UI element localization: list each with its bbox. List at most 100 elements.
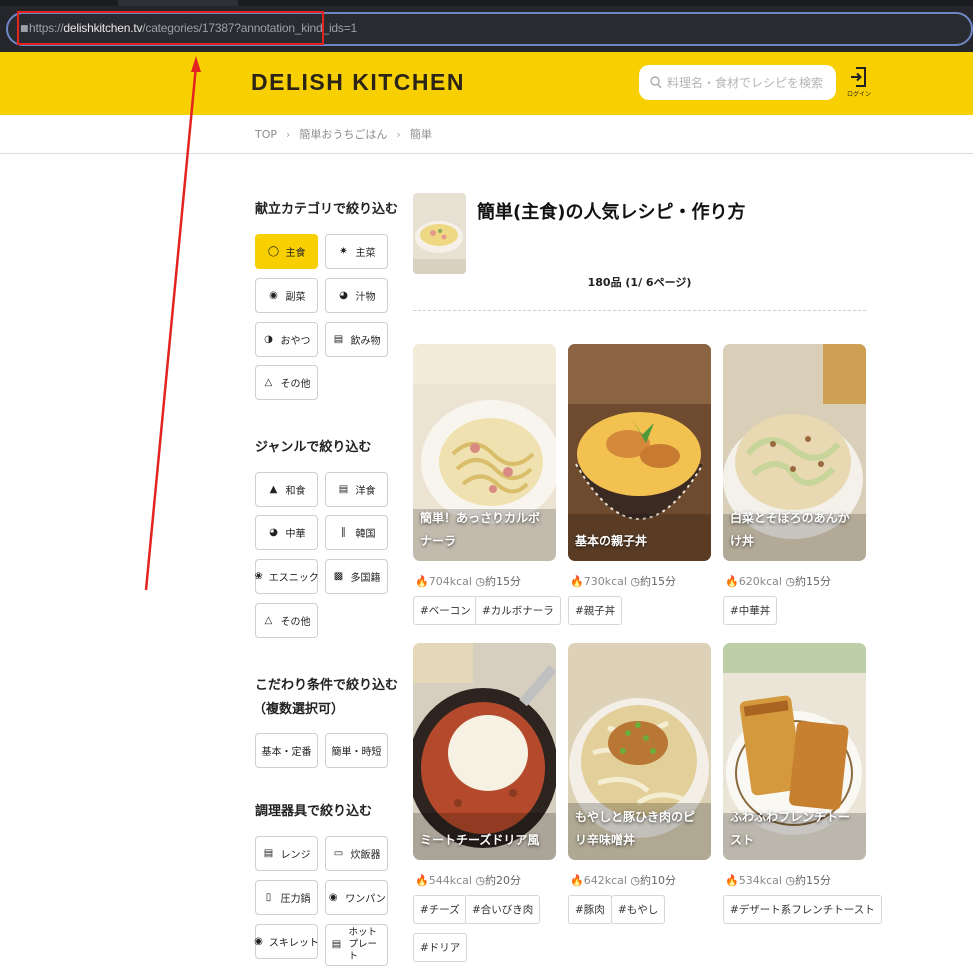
pan-icon: ◉ — [328, 891, 338, 903]
side-dish-icon: ◉ — [269, 289, 278, 301]
filter-genre-multinational[interactable]: ▩ 多国籍 — [325, 559, 388, 594]
recipe-meta: 🔥730kcal ◷約15分 — [570, 573, 676, 589]
recipe-tag[interactable]: #もやし — [611, 895, 666, 924]
breadcrumb-item-current: 簡単 — [409, 128, 432, 141]
filter-label: 洋食 — [355, 486, 376, 497]
filter-genre-korean[interactable]: ∥ 韓国 — [325, 515, 388, 550]
recipe-tag[interactable]: #合いびき肉 — [465, 895, 541, 924]
recipe-time: 約10分 — [640, 874, 677, 887]
search-input[interactable] — [667, 73, 829, 92]
recipe-title[interactable]: 白菜とそぼろのあんかけ丼 — [730, 507, 860, 553]
filter-label: 副菜 — [285, 292, 306, 303]
browser-tab[interactable] — [118, 0, 238, 6]
multinational-icon: ▩ — [333, 570, 344, 582]
ethnic-icon: ❀ — [254, 570, 263, 582]
recipe-image[interactable]: 簡単！あっさりカルボナーラ — [413, 344, 556, 561]
filter-label: 韓国 — [355, 529, 376, 540]
recipe-title[interactable]: 簡単！あっさりカルボナーラ — [420, 507, 550, 553]
filter-label: 飲み物 — [350, 336, 381, 347]
recipe-title[interactable]: ミートチーズドリア風 — [420, 829, 550, 852]
recipe-title[interactable]: ふわふわフレンチトースト — [730, 806, 860, 852]
filter-tool-skillet[interactable]: ◉ スキレット — [254, 924, 319, 959]
recipe-time: 約15分 — [640, 575, 677, 588]
filter-kodawari-quick[interactable]: 簡単・時短 — [325, 733, 388, 768]
recipe-tag[interactable]: #チーズ — [413, 895, 467, 924]
filter-tool-microwave[interactable]: ▤ レンジ — [255, 836, 318, 871]
flame-icon: 🔥 — [570, 575, 584, 588]
recipe-kcal: 544kcal — [428, 874, 472, 887]
recipe-image[interactable]: 白菜とそぼろのあんかけ丼 — [723, 344, 866, 561]
filter-tool-pressure-cooker[interactable]: ▯ 圧力鍋 — [255, 880, 318, 915]
filter-genre-ethnic[interactable]: ❀ エスニック — [254, 559, 319, 594]
filter-tool-rice-cooker[interactable]: ▭ 炊飯器 — [325, 836, 388, 871]
recipe-kcal: 620kcal — [738, 575, 782, 588]
burger-icon: ▤ — [338, 483, 349, 495]
flame-icon: 🔥 — [725, 874, 739, 887]
browser-address-bar: ■ https://delishkitchen.tv/categories/17… — [0, 0, 973, 52]
breadcrumb-item-easy-home[interactable]: 簡単おうちごはん — [299, 126, 387, 142]
skillet-icon: ◉ — [254, 935, 263, 947]
site-logo[interactable]: DELISH KITCHEN — [251, 69, 465, 96]
filter-label: ホットプレート — [348, 927, 378, 962]
recipe-image[interactable]: 基本の親子丼 — [568, 344, 711, 561]
browser-tab-strip — [0, 0, 973, 6]
drink-icon: ▤ — [333, 333, 344, 345]
genre-filter-title: ジャンルで絞り込む — [255, 440, 372, 455]
recipe-tag[interactable]: #ベーコン — [413, 596, 478, 625]
browser-window: ■ https://delishkitchen.tv/categories/17… — [0, 0, 973, 973]
login-button[interactable]: ログイン — [846, 66, 872, 102]
filter-genre-chinese[interactable]: ◕ 中華 — [255, 515, 318, 550]
filter-menu-snack[interactable]: ◑ おやつ — [255, 322, 318, 357]
filter-menu-soup[interactable]: ◕ 汁物 — [325, 278, 388, 313]
recipe-image[interactable]: もやしと豚ひき肉のピリ辛味噌丼 — [568, 643, 711, 860]
filter-label: 簡単・時短 — [331, 747, 382, 758]
breadcrumb-item-top[interactable]: TOP — [255, 128, 277, 141]
filter-label: 主菜 — [355, 248, 376, 259]
filter-kodawari-basic[interactable]: 基本・定番 — [255, 733, 318, 768]
filter-tool-hot-plate[interactable]: ▤ ホットプレート — [325, 924, 388, 966]
recipe-meta: 🔥704kcal ◷約15分 — [415, 573, 521, 589]
filter-label: ワンパン — [345, 894, 386, 905]
recipe-tag[interactable]: #カルボナーラ — [475, 596, 561, 625]
result-count: 180品 (1/ 6ページ) — [587, 276, 692, 289]
recipe-tag[interactable]: #中華丼 — [723, 596, 778, 625]
filter-menu-other[interactable]: △ その他 — [255, 365, 318, 400]
filter-menu-main[interactable]: ✷ 主菜 — [325, 234, 388, 269]
recipe-tag[interactable]: #豚肉 — [568, 895, 612, 924]
recipe-image[interactable]: ふわふわフレンチトースト — [723, 643, 866, 860]
filter-label: エスニック — [268, 573, 319, 584]
recipe-title[interactable]: もやしと豚ひき肉のピリ辛味噌丼 — [575, 806, 705, 852]
search-box[interactable] — [639, 65, 836, 100]
filter-genre-japanese[interactable]: ▲ 和食 — [255, 472, 318, 507]
recipe-image[interactable]: ミートチーズドリア風 — [413, 643, 556, 860]
dumpling-icon: ◕ — [269, 526, 278, 538]
flame-icon: 🔥 — [415, 575, 429, 588]
filter-genre-western[interactable]: ▤ 洋食 — [325, 472, 388, 507]
filter-menu-drink[interactable]: ▤ 飲み物 — [325, 322, 388, 357]
recipe-title[interactable]: 基本の親子丼 — [575, 530, 705, 553]
recipe-tag[interactable]: #デザート系フレンチトースト — [723, 895, 882, 924]
flame-icon: 🔥 — [725, 575, 739, 588]
filter-menu-staple[interactable]: ◯ 主食 — [255, 234, 318, 269]
filter-genre-other[interactable]: △ その他 — [255, 603, 318, 638]
filter-tool-one-pan[interactable]: ◉ ワンパン — [325, 880, 388, 915]
filter-label: その他 — [280, 617, 311, 628]
recipe-tag[interactable]: #ドリア — [413, 933, 468, 962]
filter-menu-side[interactable]: ◉ 副菜 — [255, 278, 318, 313]
filter-label: 炊飯器 — [350, 850, 381, 861]
flame-icon: 🔥 — [415, 874, 429, 887]
login-label: ログイン — [846, 91, 871, 98]
filter-label: レンジ — [280, 850, 311, 861]
main-dish-icon: ✷ — [339, 245, 348, 257]
filter-label: おやつ — [280, 336, 311, 347]
section-divider — [413, 310, 866, 311]
microwave-icon: ▤ — [263, 847, 274, 859]
chevron-right-icon: › — [396, 128, 401, 141]
site-header: DELISH KITCHEN ログイン — [0, 52, 973, 115]
recipe-kcal: 730kcal — [583, 575, 627, 588]
recipe-tag[interactable]: #親子丼 — [568, 596, 623, 625]
recipe-photo-meat-doria — [413, 643, 556, 860]
rice-cooker-icon: ▭ — [333, 847, 344, 859]
recipe-meta: 🔥620kcal ◷約15分 — [725, 573, 831, 589]
recipe-meta: 🔥534kcal ◷約15分 — [725, 872, 831, 888]
